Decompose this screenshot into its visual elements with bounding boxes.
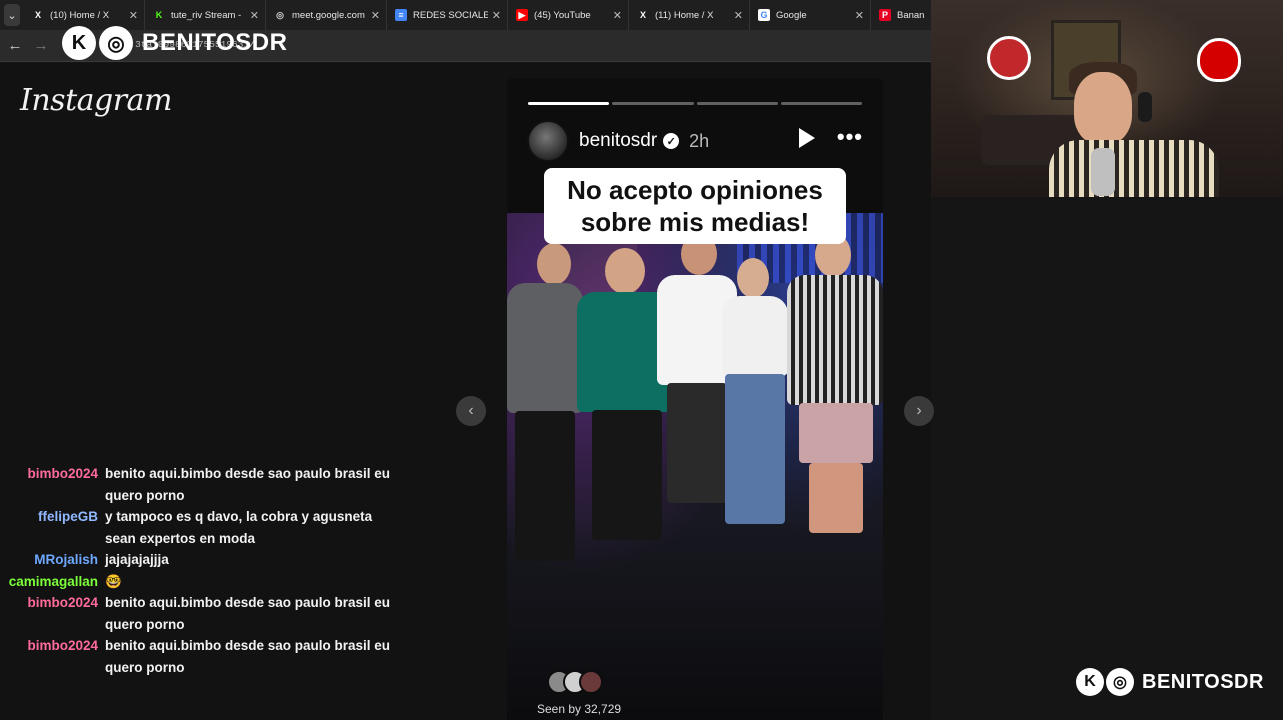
headset-icon <box>1138 92 1152 122</box>
kick-icon: K <box>155 10 163 20</box>
tab-label: Bananas <box>897 9 925 21</box>
viewer-avatars[interactable] <box>547 670 603 694</box>
chat-username[interactable]: ffelipeGB <box>0 506 105 549</box>
previous-story-button[interactable]: ‹ <box>456 396 486 426</box>
chat-username[interactable]: bimbo2024 <box>0 592 105 635</box>
webcam-feed <box>931 0 1283 197</box>
docs-icon: ≡ <box>395 9 407 21</box>
chat-username[interactable]: MRojalish <box>0 549 105 571</box>
chat-text: 🤓 <box>105 573 122 589</box>
browser-tab[interactable]: ▶ (45) YouTube ✕ <box>508 0 629 30</box>
tab-label: Google <box>776 9 807 21</box>
story-viewer[interactable]: benitosdr ✓ 2h ••• No acepto opiniones s… <box>507 78 883 720</box>
chat-username[interactable]: camimagallan <box>0 571 105 593</box>
chat-text: y tampoco es q davo, la cobra y agusneta… <box>105 509 373 546</box>
brand-name: BENITOSDR <box>1142 670 1264 693</box>
person-1 <box>507 243 587 623</box>
x-icon: X <box>639 10 646 20</box>
x-icon: X <box>34 10 41 20</box>
brand-name: BENITOSDR <box>142 29 288 56</box>
tab-close-icon[interactable]: ✕ <box>371 9 380 22</box>
club-badge-icon <box>987 36 1031 80</box>
tab-close-icon[interactable]: ✕ <box>613 9 622 22</box>
instagram-logo-icon: ◎ <box>99 26 133 60</box>
brand-overlay-top: K ◎ BENITOSDR <box>62 26 287 60</box>
tab-label: (11) Home / X <box>655 9 714 21</box>
chat-message: MRojalish jajajajajjja <box>0 549 420 571</box>
avatar[interactable] <box>527 120 569 162</box>
play-icon[interactable] <box>799 128 815 148</box>
river-plate-badge-icon <box>1197 38 1241 82</box>
chat-username[interactable]: bimbo2024 <box>0 635 105 678</box>
person-5 <box>787 233 883 613</box>
back-button[interactable]: ← <box>4 37 26 54</box>
browser-tab[interactable]: G Google ✕ <box>750 0 871 30</box>
chat-text: benito aqui.bimbo desde sao paulo brasil… <box>105 466 391 503</box>
story-caption: No acepto opiniones sobre mis medias! <box>544 168 846 244</box>
viewer-avatar <box>579 670 603 694</box>
browser-tab[interactable]: ≡ REDES SOCIALES ✕ <box>387 0 508 30</box>
progress-segment <box>780 102 862 105</box>
story-username[interactable]: benitosdr <box>579 130 657 152</box>
chat-username[interactable]: bimbo2024 <box>0 463 105 506</box>
progress-segment <box>612 102 694 105</box>
google-icon: G <box>758 9 770 21</box>
browser-tab[interactable]: P Bananas <box>871 0 931 30</box>
next-story-button[interactable]: › <box>904 396 934 426</box>
youtube-icon: ▶ <box>516 9 528 21</box>
tab-label: (45) YouTube <box>534 9 591 21</box>
pinterest-icon: P <box>879 9 891 21</box>
tab-close-icon[interactable]: ✕ <box>492 9 501 22</box>
person-4 <box>717 258 797 638</box>
chat-text: benito aqui.bimbo desde sao paulo brasil… <box>105 638 391 675</box>
story-progress-bar <box>528 102 862 105</box>
tab-label: (10) Home / X <box>50 9 110 21</box>
chat-message: ffelipeGB y tampoco es q davo, la cobra y… <box>0 506 420 549</box>
streamer-face <box>1074 72 1132 144</box>
brand-overlay-bottom: K ◎ BENITOSDR <box>1076 668 1264 696</box>
chat-message: bimbo2024 benito aqui.bimbo desde sao pau… <box>0 635 420 678</box>
tab-search-menu-button[interactable]: ⌄ <box>4 4 20 26</box>
tab-close-icon[interactable]: ✕ <box>129 9 138 22</box>
story-header: benitosdr ✓ 2h ••• <box>527 120 863 162</box>
progress-segment <box>696 102 778 105</box>
kick-logo-icon: K <box>62 26 96 60</box>
more-options-icon[interactable]: ••• <box>837 124 863 150</box>
seen-by-count[interactable]: Seen by 32,729 <box>537 702 621 716</box>
progress-segment <box>528 102 610 105</box>
chat-message: bimbo2024 benito aqui.bimbo desde sao pau… <box>0 592 420 635</box>
chat-message: camimagallan 🤓 <box>0 571 420 593</box>
tab-label: REDES SOCIALES <box>413 9 488 21</box>
tab-close-icon[interactable]: ✕ <box>855 9 864 22</box>
stream-chat: bimbo2024 benito aqui.bimbo desde sao pau… <box>0 463 420 678</box>
chat-message: bimbo2024 benito aqui.bimbo desde sao pau… <box>0 463 420 506</box>
tab-close-icon[interactable]: ✕ <box>250 9 259 22</box>
kick-logo-icon: K <box>1076 668 1104 696</box>
microphone-icon <box>1091 148 1115 196</box>
browser-tab[interactable]: X (11) Home / X ✕ <box>629 0 750 30</box>
forward-button[interactable]: → <box>30 37 52 54</box>
story-photo <box>507 213 883 720</box>
instagram-logo[interactable]: Instagram <box>20 83 172 118</box>
instagram-logo-icon: ◎ <box>1106 668 1134 696</box>
globe-icon: ◎ <box>276 9 284 20</box>
tab-label: meet.google.com <box>292 9 365 21</box>
tab-label: tute_riv Stream - <box>171 9 242 21</box>
streamer-shirt <box>1049 140 1219 197</box>
chat-text: jajajajajjja <box>105 552 169 567</box>
tab-close-icon[interactable]: ✕ <box>734 9 743 22</box>
verified-badge-icon: ✓ <box>663 133 680 149</box>
story-time: 2h <box>689 130 710 151</box>
chat-text: benito aqui.bimbo desde sao paulo brasil… <box>105 595 391 632</box>
